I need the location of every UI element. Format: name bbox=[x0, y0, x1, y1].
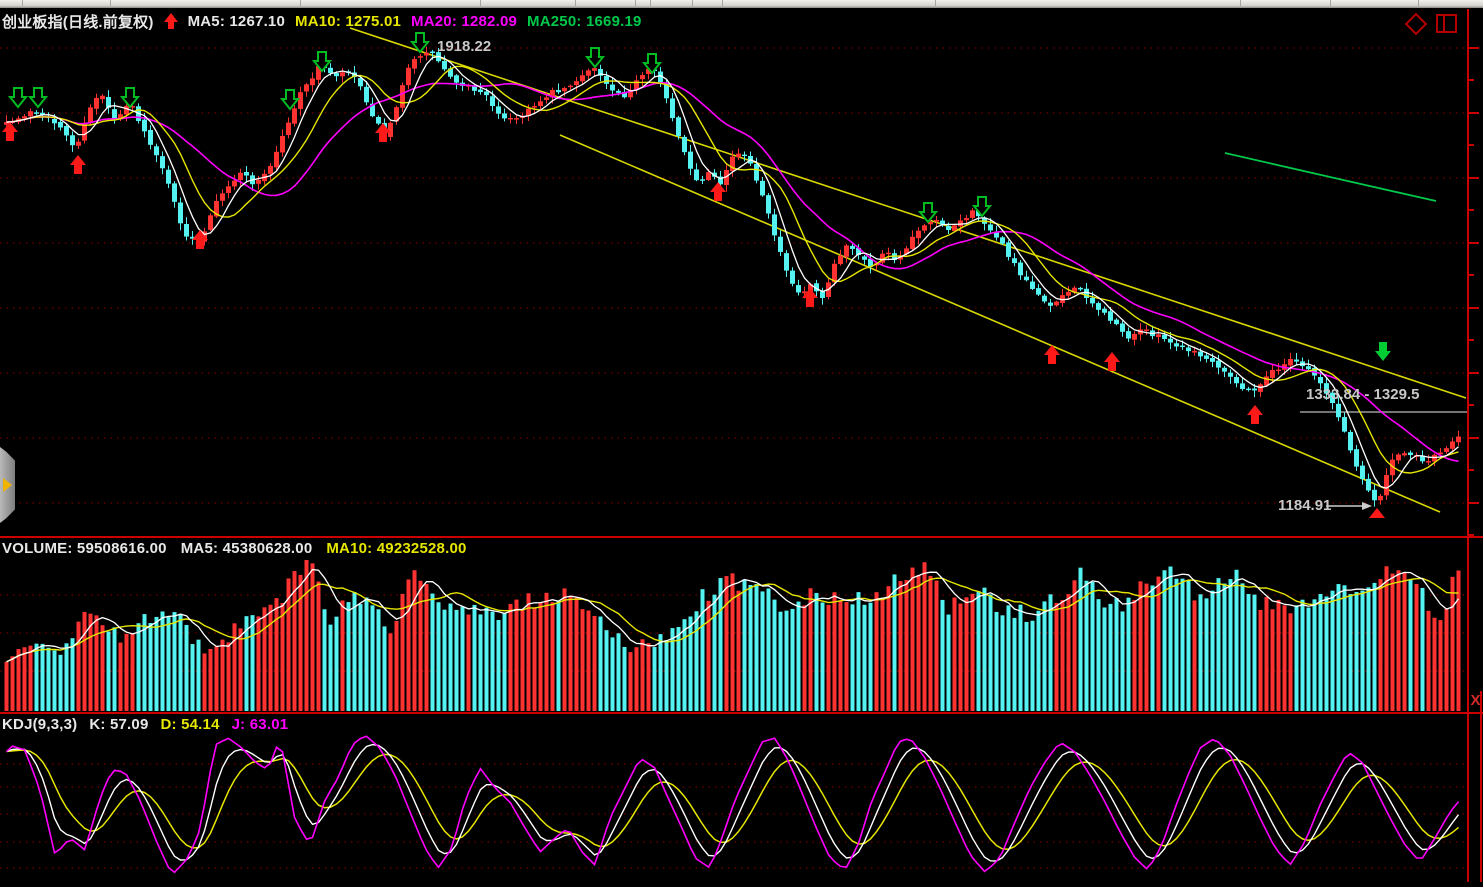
peak-price-annotation: 1918.22 bbox=[437, 38, 491, 55]
kdj-name: KDJ(9,3,3) bbox=[2, 716, 77, 733]
volume-value: VOLUME: 59508616.00 bbox=[2, 540, 167, 557]
kdj-k-value: K: 57.09 bbox=[89, 716, 148, 733]
kdj-header: KDJ(9,3,3) K: 57.09 D: 54.14 J: 63.01 bbox=[2, 716, 288, 733]
indicator-close-button[interactable]: X bbox=[1469, 692, 1482, 709]
volume-header: VOLUME: 59508616.00 MA5: 45380628.00 MA1… bbox=[2, 540, 467, 557]
ma5-value: MA5: 1267.10 bbox=[188, 13, 285, 30]
ma250-value: MA250: 1669.19 bbox=[527, 13, 642, 30]
signal-markers bbox=[2, 33, 1391, 518]
range-price-annotation: 1333.84 - 1329.5 bbox=[1306, 386, 1419, 403]
diamond-icon[interactable] bbox=[1405, 12, 1428, 35]
volume-ma5-value: MA5: 45380628.00 bbox=[181, 540, 313, 557]
kdj-lines bbox=[7, 736, 1459, 872]
ma-lines bbox=[7, 56, 1459, 488]
kdj-d-value: D: 54.14 bbox=[161, 716, 220, 733]
range-annotation-clip: 1333.84 - 1329.5 bbox=[1306, 386, 1468, 406]
trendlines bbox=[350, 28, 1468, 512]
panel-corner-icons bbox=[1408, 14, 1457, 33]
main-chart-header: 创业板指(日线.前复权) MA5: 1267.10 MA10: 1275.01 … bbox=[2, 11, 642, 32]
panel-frame bbox=[0, 9, 1483, 882]
volume-ma10-value: MA10: 49232528.00 bbox=[326, 540, 466, 557]
stock-chart-window: 创业板指(日线.前复权) MA5: 1267.10 MA10: 1275.01 … bbox=[0, 0, 1483, 887]
ma20-value: MA20: 1282.09 bbox=[411, 13, 517, 30]
chart-canvas[interactable] bbox=[0, 0, 1483, 887]
kdj-j-value: J: 63.01 bbox=[232, 716, 289, 733]
up-arrow-icon bbox=[164, 13, 178, 30]
instrument-title: 创业板指(日线.前复权) bbox=[2, 11, 154, 32]
low-price-annotation: 1184.91 bbox=[1278, 497, 1331, 514]
split-window-icon[interactable] bbox=[1436, 14, 1457, 33]
ma250-line bbox=[1225, 153, 1436, 201]
expand-arrow-icon bbox=[3, 478, 12, 492]
ma10-value: MA10: 1275.01 bbox=[295, 13, 401, 30]
volume-bars bbox=[5, 560, 1461, 711]
